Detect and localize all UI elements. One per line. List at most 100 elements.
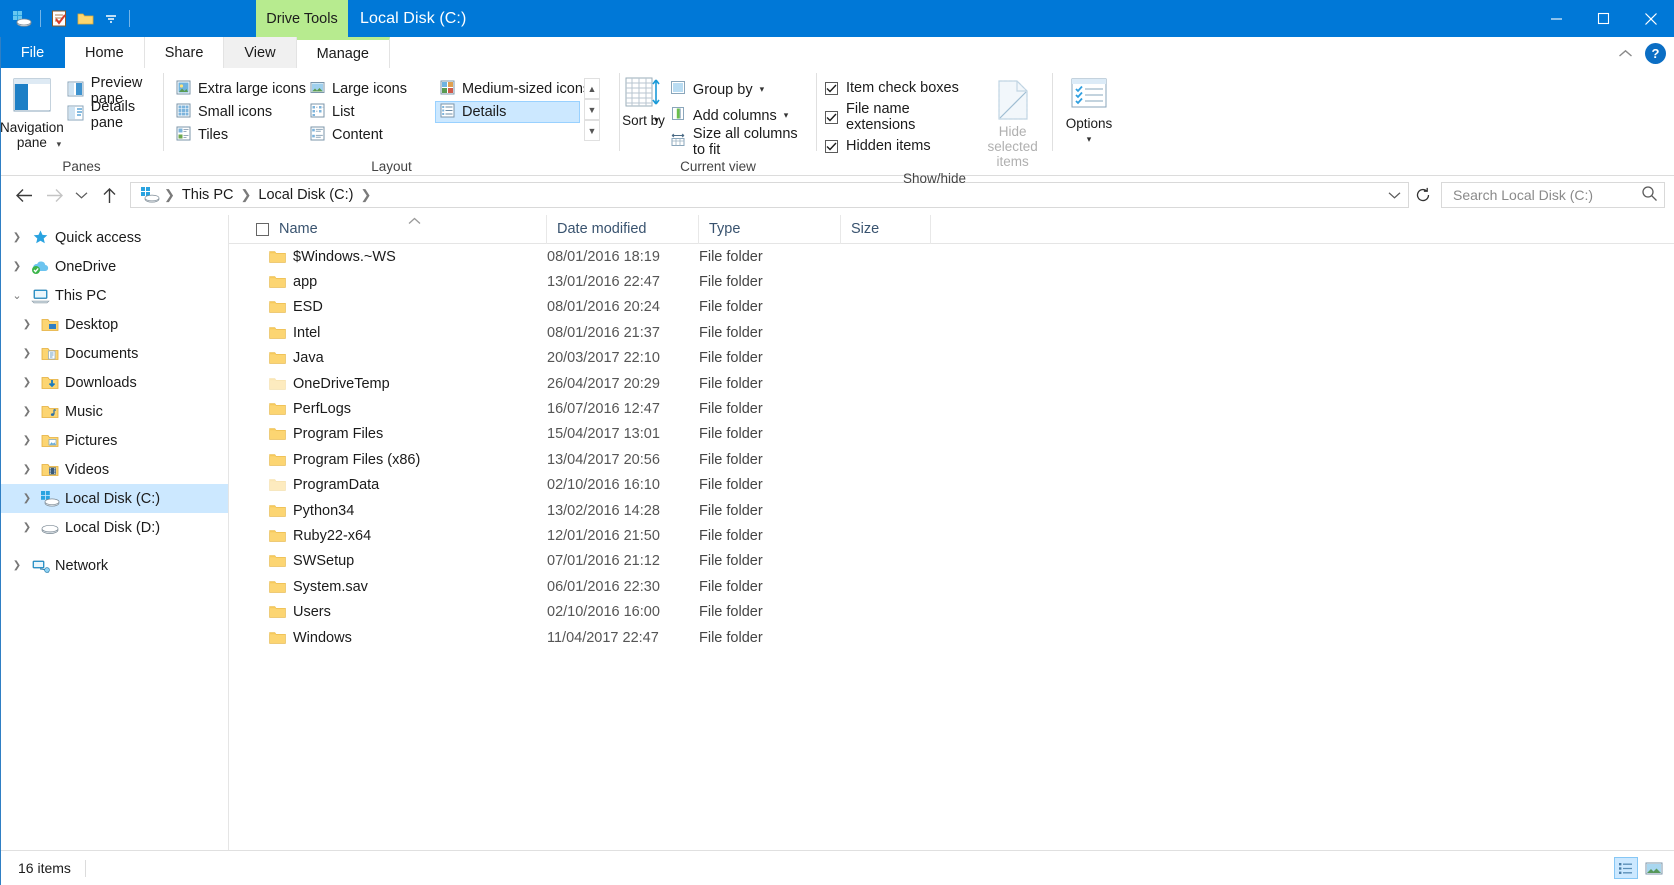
up-button[interactable]: [94, 180, 124, 210]
customize-icon[interactable]: [98, 6, 124, 32]
sort-by-button[interactable]: Sort by ▾: [620, 74, 667, 128]
tab-share[interactable]: Share: [144, 37, 225, 68]
table-row[interactable]: Program Files 15/04/2017 13:01 File folder: [229, 422, 1674, 447]
column-header-date-modified[interactable]: Date modified: [547, 214, 699, 244]
help-button[interactable]: ?: [1645, 43, 1666, 64]
collapse-ribbon-icon[interactable]: [1618, 45, 1633, 62]
refresh-button[interactable]: [1409, 182, 1437, 208]
table-row[interactable]: Ruby22-x64 12/01/2016 21:50 File folder: [229, 523, 1674, 548]
chevron-right-icon[interactable]: ❯: [16, 464, 38, 475]
chevron-right-icon[interactable]: ❯: [16, 435, 38, 446]
layout-medium-icons[interactable]: Medium-sized icons: [435, 78, 590, 100]
group-by-button[interactable]: Group by ▾: [667, 78, 816, 101]
sidebar-item-local-disk-c[interactable]: ❯ Local Disk (C:): [0, 484, 228, 513]
details-pane-button[interactable]: Details pane: [64, 99, 163, 131]
layout-extra-large-icons[interactable]: Extra large icons: [171, 78, 306, 100]
table-row[interactable]: Python34 13/02/2016 14:28 File folder: [229, 498, 1674, 523]
size-all-columns-button[interactable]: Size all columns to fit: [667, 126, 816, 158]
address-dropdown-chevron-down-icon[interactable]: [1380, 191, 1408, 200]
table-row[interactable]: app 13/01/2016 22:47 File folder: [229, 269, 1674, 294]
table-row[interactable]: Java 20/03/2017 22:10 File folder: [229, 346, 1674, 371]
table-row[interactable]: Intel 08/01/2016 21:37 File folder: [229, 320, 1674, 345]
chevron-right-icon[interactable]: ❯: [16, 406, 38, 417]
sidebar-item-this-pc[interactable]: ⌄ This PC: [0, 281, 228, 310]
layout-small-icons[interactable]: Small icons: [171, 101, 303, 123]
back-button[interactable]: [9, 180, 39, 210]
tab-view[interactable]: View: [224, 37, 297, 68]
table-row[interactable]: OneDriveTemp 26/04/2017 20:29 File folder: [229, 371, 1674, 396]
chevron-down-icon[interactable]: ⌄: [6, 289, 28, 302]
chevron-right-icon[interactable]: ❯: [6, 261, 28, 272]
table-row[interactable]: ESD 08/01/2016 20:24 File folder: [229, 295, 1674, 320]
sidebar-item-network[interactable]: ❯ Network: [0, 551, 228, 580]
layout-content[interactable]: Content: [305, 124, 433, 146]
breadcrumb-local-disk-c[interactable]: Local Disk (C:): [253, 187, 358, 203]
table-row[interactable]: Program Files (x86) 13/04/2017 20:56 File …: [229, 447, 1674, 472]
breadcrumb-this-pc[interactable]: This PC: [177, 187, 239, 203]
table-row[interactable]: PerfLogs 16/07/2016 12:47 File folder: [229, 396, 1674, 421]
table-row[interactable]: $Windows.~WS 08/01/2016 18:19 File folder: [229, 244, 1674, 269]
navigation-pane-chevron-down-icon[interactable]: ▾: [57, 137, 62, 152]
breadcrumb-separator-1[interactable]: ❯: [162, 187, 177, 203]
breadcrumb-separator-3[interactable]: ❯: [358, 187, 373, 203]
gallery-scroll-down-button[interactable]: ▼: [584, 99, 600, 120]
layout-list[interactable]: List: [305, 101, 433, 123]
layout-tiles[interactable]: Tiles: [171, 124, 303, 146]
breadcrumb-separator-2[interactable]: ❯: [238, 187, 253, 203]
layout-details[interactable]: Details: [435, 101, 580, 123]
sidebar-item-downloads[interactable]: ❯ Downloads: [0, 368, 228, 397]
gallery-scroll-up-button[interactable]: ▲: [584, 78, 600, 99]
search-box[interactable]: [1441, 182, 1665, 208]
sidebar-item-onedrive[interactable]: ❯ OneDrive: [0, 252, 228, 281]
table-row[interactable]: ProgramData 02/10/2016 16:10 File folder: [229, 473, 1674, 498]
forward-button[interactable]: [39, 180, 69, 210]
select-all-checkbox-header[interactable]: [229, 215, 269, 244]
gallery-more-button[interactable]: ▼: [584, 120, 600, 141]
tab-file[interactable]: File: [0, 37, 65, 68]
navigation-pane-button[interactable]: Navigation pane ▾: [0, 74, 64, 152]
recent-locations-button[interactable]: [69, 180, 94, 210]
search-input[interactable]: [1451, 186, 1641, 204]
search-icon[interactable]: [1641, 185, 1658, 206]
layout-gallery-scrollbar[interactable]: ▲ ▼ ▼: [584, 78, 600, 141]
sidebar-item-music[interactable]: ❯ Music: [0, 397, 228, 426]
options-chevron-down-icon[interactable]: ▾: [1087, 132, 1092, 147]
sidebar-item-local-disk-d[interactable]: ❯ Local Disk (D:): [0, 513, 228, 542]
tab-manage[interactable]: Manage: [296, 37, 390, 68]
chevron-right-icon[interactable]: ❯: [16, 522, 38, 533]
new-folder-icon[interactable]: [72, 6, 98, 32]
file-name-extensions-checkbox[interactable]: File name extensions: [825, 101, 973, 133]
select-all-checkbox[interactable]: [256, 222, 269, 236]
maximize-button[interactable]: [1580, 0, 1627, 37]
details-view-button[interactable]: [1614, 857, 1638, 879]
sidebar-item-documents[interactable]: ❯ Documents: [0, 339, 228, 368]
minimize-button[interactable]: [1533, 0, 1580, 37]
drive-icon[interactable]: [9, 6, 35, 32]
add-columns-button[interactable]: Add columns ▾: [667, 104, 816, 127]
options-button[interactable]: Options ▾: [1053, 74, 1125, 147]
item-check-boxes-checkbox[interactable]: Item check boxes: [825, 80, 973, 96]
large-icons-view-button[interactable]: [1642, 857, 1666, 879]
chevron-right-icon[interactable]: ❯: [6, 232, 28, 243]
chevron-right-icon[interactable]: ❯: [6, 560, 28, 571]
chevron-right-icon[interactable]: ❯: [16, 319, 38, 330]
breadcrumb[interactable]: ❯ This PC ❯ Local Disk (C:) ❯: [130, 182, 1409, 208]
column-header-type[interactable]: Type: [699, 214, 841, 244]
table-row[interactable]: System.sav 06/01/2016 22:30 File folder: [229, 574, 1674, 599]
close-button[interactable]: [1627, 0, 1674, 37]
column-header-size[interactable]: Size: [841, 214, 931, 244]
chevron-right-icon[interactable]: ❯: [16, 377, 38, 388]
table-row[interactable]: SWSetup 07/01/2016 21:12 File folder: [229, 549, 1674, 574]
layout-large-icons[interactable]: Large icons: [305, 78, 433, 100]
tab-home[interactable]: Home: [65, 37, 145, 68]
sidebar-item-videos[interactable]: ❯ Videos: [0, 455, 228, 484]
properties-icon[interactable]: [46, 6, 72, 32]
chevron-right-icon[interactable]: ❯: [16, 493, 38, 504]
chevron-right-icon[interactable]: ❯: [16, 348, 38, 359]
table-row[interactable]: Windows 11/04/2017 22:47 File folder: [229, 625, 1674, 650]
table-row[interactable]: Users 02/10/2016 16:00 File folder: [229, 599, 1674, 624]
sidebar-item-quick-access[interactable]: ❯ Quick access: [0, 223, 228, 252]
sidebar-item-pictures[interactable]: ❯ Pictures: [0, 426, 228, 455]
hidden-items-checkbox[interactable]: Hidden items: [825, 138, 973, 154]
column-header-name[interactable]: Name: [269, 214, 547, 244]
